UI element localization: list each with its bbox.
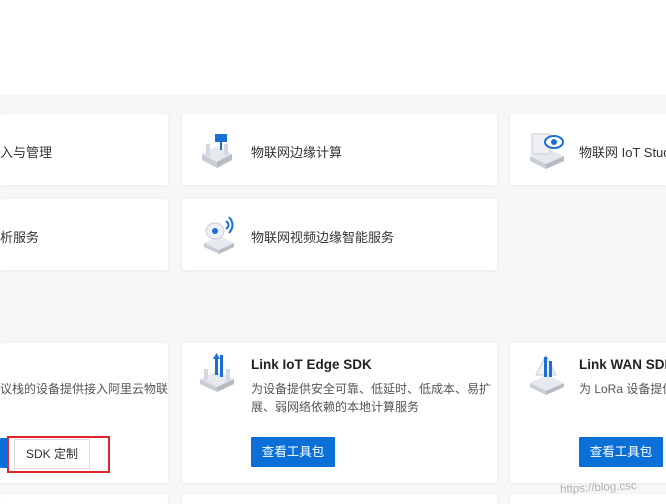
sdk-description-line1: 为设备提供安全可靠、低延时、低成本、易扩 (251, 382, 492, 396)
service-label: 物联网视频边缘智能服务 (251, 230, 395, 245)
service-label: 物联网 IoT Stud (579, 145, 666, 160)
card-partial-bottom (0, 494, 168, 504)
video-edge-icon (198, 211, 240, 260)
view-toolkit-button[interactable]: 查看工具包 (579, 437, 663, 467)
sdk-card-link-iot-edge: Link IoT Edge SDK 为设备提供安全可靠、低延时、低成本、易扩 展… (182, 343, 497, 483)
link-wan-icon (526, 351, 568, 400)
view-toolkit-button[interactable]: 查看工具包 (251, 437, 335, 467)
service-label: 析服务 (0, 230, 40, 245)
sdk-title: Link IoT Edge SDK (251, 357, 372, 372)
sdk-card-link-wan: Link WAN SDK 为 LoRa 设备提供 查看工具包 (510, 343, 666, 483)
sdk-card-device: 议栈的设备提供接入阿里云物联 SDK 定制 (0, 343, 168, 483)
page-header-area (0, 0, 666, 95)
sdk-title: Link WAN SDK (579, 357, 666, 372)
card-partial-bottom (182, 494, 497, 504)
link-iot-edge-icon (196, 351, 238, 398)
service-card-analytics[interactable]: 析服务 (0, 199, 168, 270)
iot-studio-icon (526, 126, 568, 175)
highlight-box (7, 436, 110, 473)
service-card-video-edge[interactable]: 物联网视频边缘智能服务 (182, 199, 497, 270)
service-card-iot-studio[interactable]: 物联网 IoT Stud (510, 114, 666, 185)
sdk-description-line2: 展、弱网络依赖的本地计算服务 (251, 400, 420, 414)
edge-computing-icon (196, 128, 238, 175)
card-partial-bottom (510, 494, 666, 504)
service-label: 入与管理 (0, 145, 53, 160)
service-card-access-management[interactable]: 入与管理 (0, 114, 168, 185)
sdk-description: 议栈的设备提供接入阿里云物联 (0, 382, 169, 396)
service-card-edge-computing[interactable]: 物联网边缘计算 (182, 114, 497, 185)
service-label: 物联网边缘计算 (251, 145, 343, 160)
sdk-description: 为 LoRa 设备提供 (579, 382, 666, 396)
